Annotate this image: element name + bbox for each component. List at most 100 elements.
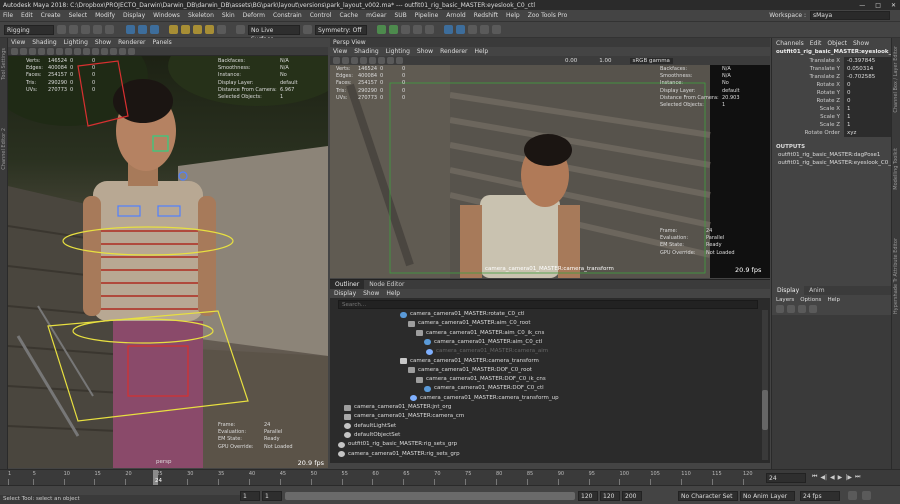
fps-dropdown[interactable]: 24 fps: [800, 491, 840, 501]
move-layer-down-icon[interactable]: [787, 305, 795, 313]
menu-redshift[interactable]: Redshift: [474, 12, 498, 19]
live-surface-icon[interactable]: [236, 25, 245, 34]
left-vp-menu-renderer[interactable]: Renderer: [118, 39, 145, 46]
image-plane-icon[interactable]: [38, 47, 45, 55]
camera-viewport[interactable]: 0.00 1.00 sRGB gamma Verts: 146524 0 0 Edges…: [330, 56, 770, 278]
goto-start-icon[interactable]: ⏮: [812, 473, 817, 481]
snap-point-icon[interactable]: [193, 25, 202, 34]
select-object-icon[interactable]: [138, 25, 147, 34]
character-set-dropdown[interactable]: No Character Set: [678, 491, 738, 501]
outliner-item[interactable]: camera_camera01_MASTER:aim_C0_ik_cns: [416, 329, 544, 338]
render-icon[interactable]: [377, 25, 386, 34]
textured-icon[interactable]: [378, 57, 385, 64]
outliner-item[interactable]: camera_camera01_MASTER:DOF_C0_ctl: [424, 384, 544, 393]
new-layer-selected-icon[interactable]: [809, 305, 817, 313]
time-slider[interactable]: 1 5 10 15 20 25 30 35 40 45 50 55 60 65 70 75 80 85 90 95 10…: [0, 469, 900, 486]
save-scene-icon[interactable]: [81, 25, 90, 34]
outliner-item[interactable]: camera_camera01_MASTER:aim_C0_ctl: [424, 338, 542, 347]
toggle-tool-settings-icon[interactable]: [492, 25, 501, 34]
preferences-icon[interactable]: [862, 491, 871, 500]
outliner-search-input[interactable]: Search...: [338, 300, 758, 309]
menu-modify[interactable]: Modify: [95, 12, 115, 19]
new-scene-icon[interactable]: [57, 25, 66, 34]
exposure-value[interactable]: 0.00: [565, 58, 577, 64]
menu-file[interactable]: File: [3, 12, 13, 19]
channel-value[interactable]: 1: [844, 105, 891, 113]
output-node[interactable]: outfit01_rig_basic_MASTER:eyeslook_C0_ct…: [772, 159, 891, 167]
persp-vp-menu-lighting[interactable]: Lighting: [386, 48, 410, 55]
minimize-button[interactable]: —: [859, 2, 865, 9]
side-tab[interactable]: Modelling Toolkit: [893, 148, 899, 190]
film-gate-icon[interactable]: [351, 57, 358, 64]
gamma-value[interactable]: 1.00: [599, 58, 611, 64]
select-component-icon[interactable]: [150, 25, 159, 34]
menu-pipeline[interactable]: Pipeline: [415, 12, 438, 19]
film-gate-icon[interactable]: [56, 47, 63, 55]
range-end-field[interactable]: 120: [578, 491, 598, 501]
auto-key-icon[interactable]: [848, 491, 857, 500]
channel-row[interactable]: Scale Z 1: [772, 121, 891, 129]
end-frame-field[interactable]: 120: [600, 491, 620, 501]
channel-box-menu-object[interactable]: Object: [827, 40, 847, 47]
persp-vp-menu-shading[interactable]: Shading: [354, 48, 378, 55]
snap-surface-icon[interactable]: [217, 25, 226, 34]
isolate-select-icon[interactable]: [128, 47, 135, 55]
max-frame-field[interactable]: 200: [622, 491, 642, 501]
menu-arnold[interactable]: Arnold: [446, 12, 465, 19]
channel-editor-tab[interactable]: Channel Editor 2: [1, 128, 7, 170]
current-frame-field[interactable]: 24: [766, 473, 806, 483]
left-vp-menu-panels[interactable]: Panels: [152, 39, 171, 46]
menu-skeleton[interactable]: Skeleton: [188, 12, 214, 19]
left-viewport-scene[interactable]: Verts: 146524 0 0 Edges: 400084 0 0 Faces: 254157…: [8, 56, 328, 468]
new-layer-icon[interactable]: [798, 305, 806, 313]
channel-value[interactable]: 0: [844, 97, 891, 105]
channel-row[interactable]: Rotate Z 0: [772, 97, 891, 105]
outliner-item[interactable]: camera_camera01_MASTER:camera_transform_…: [410, 394, 559, 403]
tool-settings-tab[interactable]: Tool Settings: [1, 48, 7, 80]
menu-zoo-tools-pro[interactable]: Zoo Tools Pro: [528, 12, 568, 19]
channel-value[interactable]: xyz: [844, 129, 891, 137]
grid-icon[interactable]: [47, 47, 54, 55]
menu-mgear[interactable]: mGear: [366, 12, 386, 19]
wireframe-icon[interactable]: [74, 47, 81, 55]
redo-icon[interactable]: [105, 25, 114, 34]
outliner-menu-display[interactable]: Display: [334, 290, 356, 297]
toggle-channel-box-icon[interactable]: [468, 25, 477, 34]
channel-row[interactable]: Translate Y 0.050314: [772, 65, 891, 73]
move-layer-up-icon[interactable]: [776, 305, 784, 313]
symmetry-icon[interactable]: [303, 25, 312, 34]
colorspace-dropdown[interactable]: sRGB gamma: [629, 57, 673, 64]
textured-icon[interactable]: [92, 47, 99, 55]
modeling-toolkit-icon[interactable]: [444, 25, 453, 34]
smooth-shade-icon[interactable]: [369, 57, 376, 64]
resolution-gate-icon[interactable]: [65, 47, 72, 55]
symmetry-dropdown[interactable]: Symmetry: Off: [315, 24, 367, 35]
channel-row[interactable]: Scale X 1: [772, 105, 891, 113]
close-button[interactable]: ✕: [891, 2, 896, 9]
channel-value[interactable]: 1: [844, 113, 891, 121]
isolate-select-icon[interactable]: [396, 57, 403, 64]
snap-plane-icon[interactable]: [205, 25, 214, 34]
output-node[interactable]: outfit01_rig_basic_MASTER:dagPose1: [772, 151, 891, 159]
step-forward-icon[interactable]: |▶: [845, 474, 852, 481]
outliner-item[interactable]: camera_camera01_MASTER:camera_aim: [426, 347, 548, 356]
menu-display[interactable]: Display: [123, 12, 145, 19]
channel-row[interactable]: Translate X -0.397845: [772, 57, 891, 65]
snap-curve-icon[interactable]: [181, 25, 190, 34]
channel-value[interactable]: 1: [844, 121, 891, 129]
smooth-shade-icon[interactable]: [83, 47, 90, 55]
outliner-item[interactable]: outfit01_rig_basic_MASTER:rig_sets_grp: [338, 440, 457, 449]
menu-sub[interactable]: SUB: [394, 12, 406, 19]
menuset-dropdown[interactable]: Rigging: [4, 24, 54, 35]
range-slider[interactable]: [285, 492, 575, 500]
outliner-item[interactable]: defaultObjectSet: [344, 431, 400, 440]
render-settings-icon[interactable]: [401, 25, 410, 34]
menu-cache[interactable]: Cache: [339, 12, 358, 19]
outliner-tab-outliner[interactable]: Outliner: [330, 280, 365, 289]
menu-windows[interactable]: Windows: [153, 12, 180, 19]
camera-attributes-icon[interactable]: [20, 47, 27, 55]
outliner-item[interactable]: camera_camera01_MASTER:jnt_org: [344, 403, 451, 412]
open-scene-icon[interactable]: [69, 25, 78, 34]
maximize-button[interactable]: □: [875, 2, 881, 9]
outliner-item[interactable]: camera_camera01_MASTER:camera_transform: [400, 357, 539, 366]
